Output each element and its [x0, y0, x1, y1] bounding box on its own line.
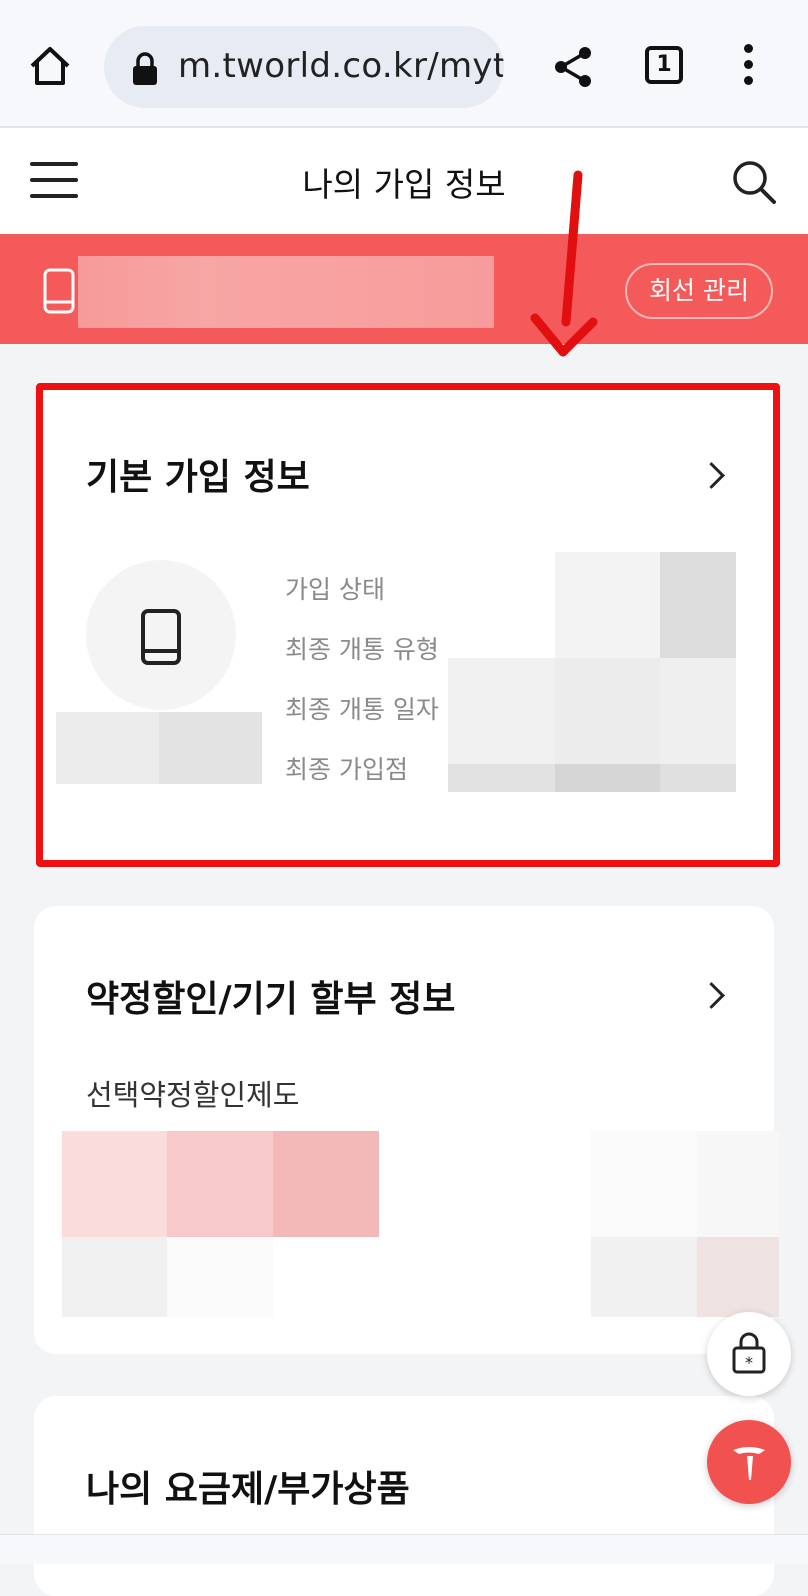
page-title: 나의 가입 정보: [302, 165, 506, 204]
redacted-value: [62, 1237, 167, 1317]
line-management-button[interactable]: 회선 관리: [625, 263, 773, 319]
redacted-value: [591, 1237, 697, 1317]
redacted-value: [62, 1131, 167, 1237]
redacted-value: [591, 1131, 697, 1237]
svg-text:*: *: [745, 1353, 753, 1372]
redacted-value: [167, 1237, 273, 1317]
url-text: m.tworld.co.kr/myt: [178, 46, 504, 86]
redacted-value: [697, 1131, 779, 1237]
browser-toolbar: m.tworld.co.kr/myt 1: [0, 0, 808, 128]
contract-info-title: 약정할인/기기 할부 정보: [86, 979, 456, 1020]
redacted-value: [273, 1131, 379, 1237]
t-logo-icon: [733, 1447, 765, 1480]
share-icon[interactable]: [552, 46, 594, 88]
secure-lock-button[interactable]: *: [707, 1312, 791, 1396]
lock-icon: *: [732, 1332, 766, 1374]
lock-icon: [133, 52, 157, 85]
phone-icon: [43, 268, 75, 314]
address-bar[interactable]: m.tworld.co.kr/myt: [104, 26, 504, 108]
tab-switcher-button[interactable]: 1: [645, 46, 683, 84]
plan-info-title: 나의 요금제/부가상품: [86, 1469, 410, 1510]
redacted-value: [167, 1131, 273, 1237]
contract-subtitle: 선택약정할인제도: [86, 1078, 300, 1112]
redacted-value: [697, 1237, 779, 1317]
highlight-box: [36, 383, 780, 867]
search-icon[interactable]: [730, 158, 778, 206]
app-header: 나의 가입 정보: [0, 128, 808, 234]
redacted-phone-number: [78, 256, 494, 328]
line-bar: 회선 관리: [0, 234, 808, 344]
home-icon[interactable]: [28, 44, 72, 88]
tworld-floating-button[interactable]: [707, 1420, 791, 1504]
bottom-bar: [0, 1534, 808, 1564]
more-menu-icon[interactable]: [738, 44, 758, 90]
